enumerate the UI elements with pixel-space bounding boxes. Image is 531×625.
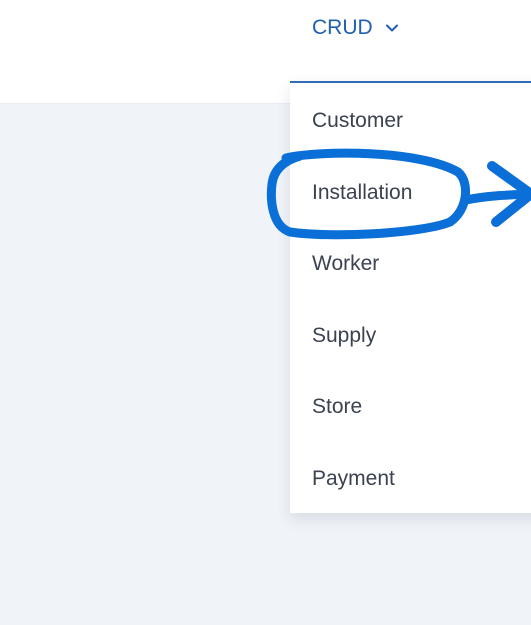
chevron-down-icon	[385, 24, 398, 32]
page: CRUD Customer Installation Worker Supply…	[0, 0, 531, 625]
menu-item-store[interactable]: Store	[312, 393, 362, 421]
crud-menu-label: CRUD	[312, 16, 373, 39]
crud-menu-button[interactable]: CRUD	[312, 12, 399, 44]
menu-item-payment[interactable]: Payment	[312, 465, 395, 493]
crud-dropdown-menu: Customer Installation Worker Supply Stor…	[290, 81, 531, 513]
menu-item-supply[interactable]: Supply	[312, 322, 376, 350]
menu-item-worker[interactable]: Worker	[312, 250, 379, 278]
menu-item-installation[interactable]: Installation	[312, 179, 412, 207]
menu-item-customer[interactable]: Customer	[312, 107, 403, 135]
